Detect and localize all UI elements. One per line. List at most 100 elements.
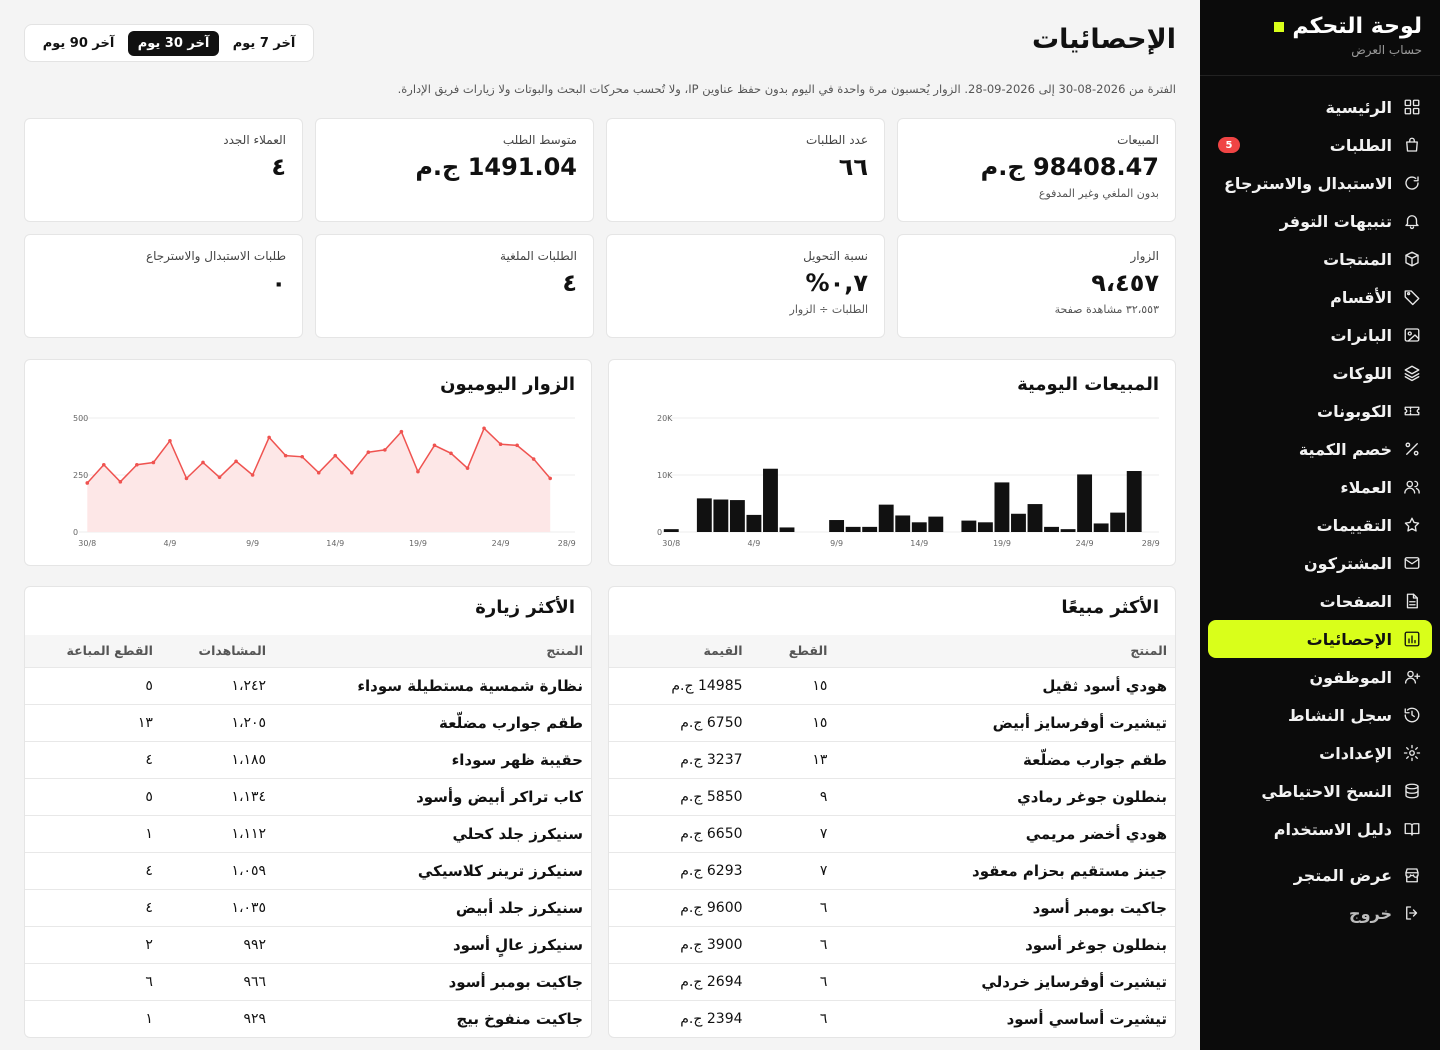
sidebar-item-tag[interactable]: الأقسام (1200, 278, 1440, 316)
table-row: تيشيرت أساسي أسود ٦ 2394 ج.م (609, 999, 1175, 1037)
y-tick-label: 0 (657, 528, 662, 537)
sidebar-item-bar-chart[interactable]: الإحصائيات (1208, 620, 1432, 658)
table-row: طقم جوارب مضلّعة ١،٢٠٥ ١٣ (25, 703, 591, 741)
point-30/8 (85, 481, 90, 485)
range-tab-90-days[interactable]: آخر 90 يوم (33, 31, 125, 56)
sidebar-item-grid[interactable]: الرئيسية (1200, 88, 1440, 126)
range-tab-7-days[interactable]: آخر 7 يوم (223, 31, 306, 56)
product-name: تيشيرت أوفرسايز أبيض (835, 703, 1175, 741)
bar-3/9 (729, 500, 745, 532)
range-tab-30-days[interactable]: آخر 30 يوم (127, 30, 220, 56)
sidebar-item-users[interactable]: العملاء (1200, 468, 1440, 506)
table-cell: 6293 ج.م (609, 851, 751, 889)
sidebar-item-label: الإعدادات (1319, 743, 1392, 763)
layers-icon (1402, 363, 1422, 383)
sidebar-item-ticket[interactable]: الكوبونات (1200, 392, 1440, 430)
sidebar-item-book[interactable]: دليل الاستخدام (1200, 810, 1440, 848)
x-tick-label: 30/8 (78, 539, 96, 548)
sidebar-item-logout[interactable]: خروج (1200, 894, 1440, 932)
brand-title: لوحة التحكم (1216, 14, 1422, 39)
x-tick-label: 9/9 (246, 539, 259, 548)
brand: لوحة التحكم حساب العرض (1200, 0, 1440, 76)
date-range-tabs: آخر 7 يوم آخر 30 يوم آخر 90 يوم (24, 24, 314, 62)
sidebar-item-label: عرض المتجر (1293, 865, 1392, 885)
bar-4/9 (746, 514, 762, 532)
bar-25/9 (1093, 523, 1109, 532)
sidebar-item-bag[interactable]: الطلبات 5 (1200, 126, 1440, 164)
notification-badge: 5 (1218, 137, 1240, 153)
point-1/9 (118, 480, 123, 484)
column-pieces: القطع (750, 635, 836, 667)
main-content: الإحصائيات آخر 7 يوم آخر 30 يوم آخر 90 يوم… (0, 0, 1200, 1050)
table-cell: ٩٢٩ (160, 999, 275, 1037)
sidebar-item-gear[interactable]: الإعدادات (1200, 734, 1440, 772)
period-note: الفترة من 2026-08-30 إلى 2026-09-28. الز… (397, 82, 1176, 96)
table-cell: ١ (25, 814, 161, 852)
point-31/8 (102, 462, 106, 467)
x-tick-label: 24/9 (492, 539, 510, 548)
daily-sales-chart: 0 10K 20K 30/8 4/9 9/9 14/9 19/9 24/9 28/9 (657, 414, 1160, 548)
brand-dot-icon (1274, 21, 1285, 32)
table-cell: ٩ (750, 777, 836, 815)
table-cell: ١،١٨٥ (160, 740, 275, 778)
product-name: هودي أسود ثقيل (835, 666, 1175, 704)
stat-label: العملاء الجدد (223, 133, 286, 147)
x-tick-label: 28/9 (558, 539, 576, 548)
table-cell: ١،٢٤٢ (160, 666, 275, 704)
product-name: سنيكرز جلد كحلي (274, 814, 591, 852)
sidebar-item-refresh[interactable]: الاستبدال والاسترجاع (1200, 164, 1440, 202)
product-name: حقيبة ظهر سوداء (274, 740, 591, 778)
point-8/9 (234, 459, 238, 464)
gear-icon (1402, 743, 1422, 763)
sidebar-item-bell[interactable]: تنبيهات التوفر (1200, 202, 1440, 240)
star-icon (1402, 515, 1422, 535)
stat-label: الطلبات الملغية (500, 249, 577, 263)
point-4/9 (168, 439, 172, 443)
sidebar-item-view-store[interactable]: عرض المتجر (1200, 856, 1440, 894)
sidebar-item-star[interactable]: التقييمات (1200, 506, 1440, 544)
product-name: تيشيرت أوفرسايز خردلي (835, 962, 1175, 1000)
sidebar-item-layers[interactable]: اللوكات (1200, 354, 1440, 392)
page-title: الإحصائيات (1032, 24, 1176, 55)
sidebar-item-box[interactable]: المنتجات (1200, 240, 1440, 278)
stat-card-new-customers: العملاء الجدد ٤ (24, 118, 303, 222)
sidebar-item-mail[interactable]: المشتركون (1200, 544, 1440, 582)
point-14/9 (333, 453, 338, 458)
table-cell: ٥ (25, 777, 161, 815)
sidebar-nav: الرئيسية الطلبات 5 الاستبدال والاسترجاع تنبي… (1200, 76, 1440, 932)
bar-13/9 (895, 515, 911, 532)
point-24/9 (498, 442, 503, 447)
sidebar-item-label: المنتجات (1323, 249, 1392, 269)
top-selling-panel: الأكثر مبيعًا المنتج القطع القيمة هودي أ… (608, 586, 1176, 1038)
point-3/9 (151, 460, 156, 465)
visitors-area (87, 428, 551, 532)
table-cell: ١٥ (750, 703, 836, 741)
table-row: جينز مستقيم بحزام معقود ٧ 6293 ج.م (609, 851, 1175, 889)
tag-icon (1402, 287, 1422, 307)
table-row: سنيكرز جلد كحلي ١،١١٢ ١ (25, 814, 591, 852)
sidebar-item-file[interactable]: الصفحات (1200, 582, 1440, 620)
sidebar-item-percent[interactable]: خصم الكمية (1200, 430, 1440, 468)
sidebar-item-label: النسخ الاحتياطي (1261, 781, 1392, 801)
bar-12/9 (878, 504, 894, 532)
sidebar-item-database[interactable]: النسخ الاحتياطي (1200, 772, 1440, 810)
stat-value: ٦٦ (838, 153, 868, 181)
table-cell: ٦ (750, 962, 836, 1000)
table-cell: ٦ (750, 925, 836, 963)
product-name: سنيكرز عالٍ أسود (274, 925, 591, 963)
point-19/9 (416, 469, 420, 474)
table-cell: ١،١٣٤ (160, 777, 275, 815)
column-sold: القطع المباعة (25, 635, 161, 667)
stat-value: ٩،٤٥٧ (1091, 269, 1159, 297)
sidebar-item-user-plus[interactable]: الموظفون (1200, 658, 1440, 696)
point-26/9 (531, 457, 536, 461)
bar-2/9 (713, 499, 729, 532)
x-tick-label: 14/9 (326, 539, 344, 548)
point-22/9 (465, 466, 470, 470)
table-cell: ٤ (25, 888, 161, 926)
bar-17/9 (961, 520, 977, 532)
sidebar-item-history[interactable]: سجل النشاط (1200, 696, 1440, 734)
table-cell: ٢ (25, 925, 161, 963)
stat-label: متوسط الطلب (502, 133, 577, 147)
sidebar-item-image[interactable]: البانرات (1200, 316, 1440, 354)
